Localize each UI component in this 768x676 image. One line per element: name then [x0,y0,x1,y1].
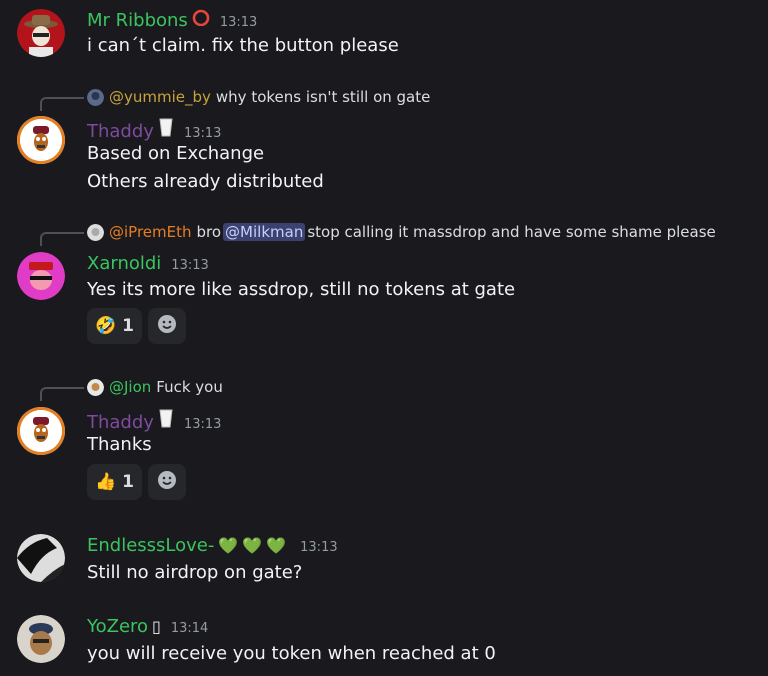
message-line: Others already distributed [87,171,324,192]
author-name[interactable]: Xarnoldi [87,253,161,274]
message-text: Thanks [87,431,152,459]
reply-preview[interactable]: @iPremEth bro @Milkman stop calling it m… [87,223,716,241]
reply-text: why tokens isn't still on gate [215,88,431,106]
message-text: i can´t claim. fix the button please [87,32,399,60]
avatar[interactable] [17,9,65,57]
reply-preview[interactable]: @Jion Fuck you [87,378,223,396]
reply-connector [40,97,84,111]
add-reaction-button[interactable] [148,464,187,500]
thumbs-up-emoji-icon: 👍 [95,472,117,492]
message-text: you will receive you token when reached … [87,640,496,668]
reply-preview[interactable]: @yummie_by why tokens isn't still on gat… [87,88,430,106]
avatar[interactable] [17,534,65,582]
reply-avatar [87,378,104,396]
avatar[interactable] [17,116,65,164]
reactions: 👍 1 [87,464,187,500]
message-line: Yes its more like assdrop, still no toke… [87,279,516,300]
author-name[interactable]: EndlesssLove- [87,535,214,556]
badge-glyph: ▯ [152,617,161,636]
timestamp: 13:14 [170,621,209,636]
reaction-rofl[interactable]: 🤣 1 [87,308,143,344]
milk-glass-icon [158,408,174,432]
message-text: Still no airdrop on gate? [87,559,302,587]
message-line: Still no airdrop on gate? [87,562,303,583]
message-line: i can´t claim. fix the button please [87,35,399,56]
reply-avatar [87,223,104,241]
reaction-count: 1 [122,316,135,336]
reply-avatar [87,88,104,106]
reaction-thumbs-up[interactable]: 👍 1 [87,464,143,500]
message-line: Based on Exchange [87,143,265,164]
message-text: Based on Exchange Others already distrib… [87,140,324,196]
smiley-icon [156,469,178,496]
reply-author[interactable]: @iPremEth [109,223,192,241]
avatar[interactable] [17,615,65,663]
reply-text: Fuck you [156,378,223,396]
timestamp: 13:13 [183,417,222,432]
message-line: you will receive you token when reached … [87,643,496,664]
reply-author[interactable]: @yummie_by [109,88,211,106]
green-hearts-icon: 💚💚💚 [218,536,291,555]
rofl-emoji-icon: 🤣 [95,316,117,336]
author-name[interactable]: Thaddy [87,121,154,142]
red-circle-icon [192,8,210,30]
message-line: Thanks [87,434,152,455]
timestamp: 13:13 [171,258,209,273]
reply-text: stop calling it massdrop and have some s… [307,223,716,241]
author-name[interactable]: Thaddy [87,412,154,433]
mention[interactable]: @Milkman [223,223,306,241]
reaction-count: 1 [122,472,135,492]
add-reaction-button[interactable] [148,308,187,344]
reply-connector [40,387,84,401]
reply-text: bro [196,223,222,241]
timestamp: 13:13 [183,126,222,141]
message-text: Yes its more like assdrop, still no toke… [87,276,515,304]
reactions: 🤣 1 [87,308,187,344]
avatar[interactable] [17,407,65,455]
smiley-icon [156,313,178,340]
reply-connector [40,232,84,246]
milk-glass-icon [158,117,174,141]
timestamp: 13:13 [219,15,258,30]
author-name[interactable]: Mr Ribbons [87,10,188,31]
timestamp: 13:13 [300,540,338,555]
author-name[interactable]: YoZero [87,616,148,637]
avatar[interactable] [17,252,65,300]
reply-author[interactable]: @Jion [109,378,151,396]
